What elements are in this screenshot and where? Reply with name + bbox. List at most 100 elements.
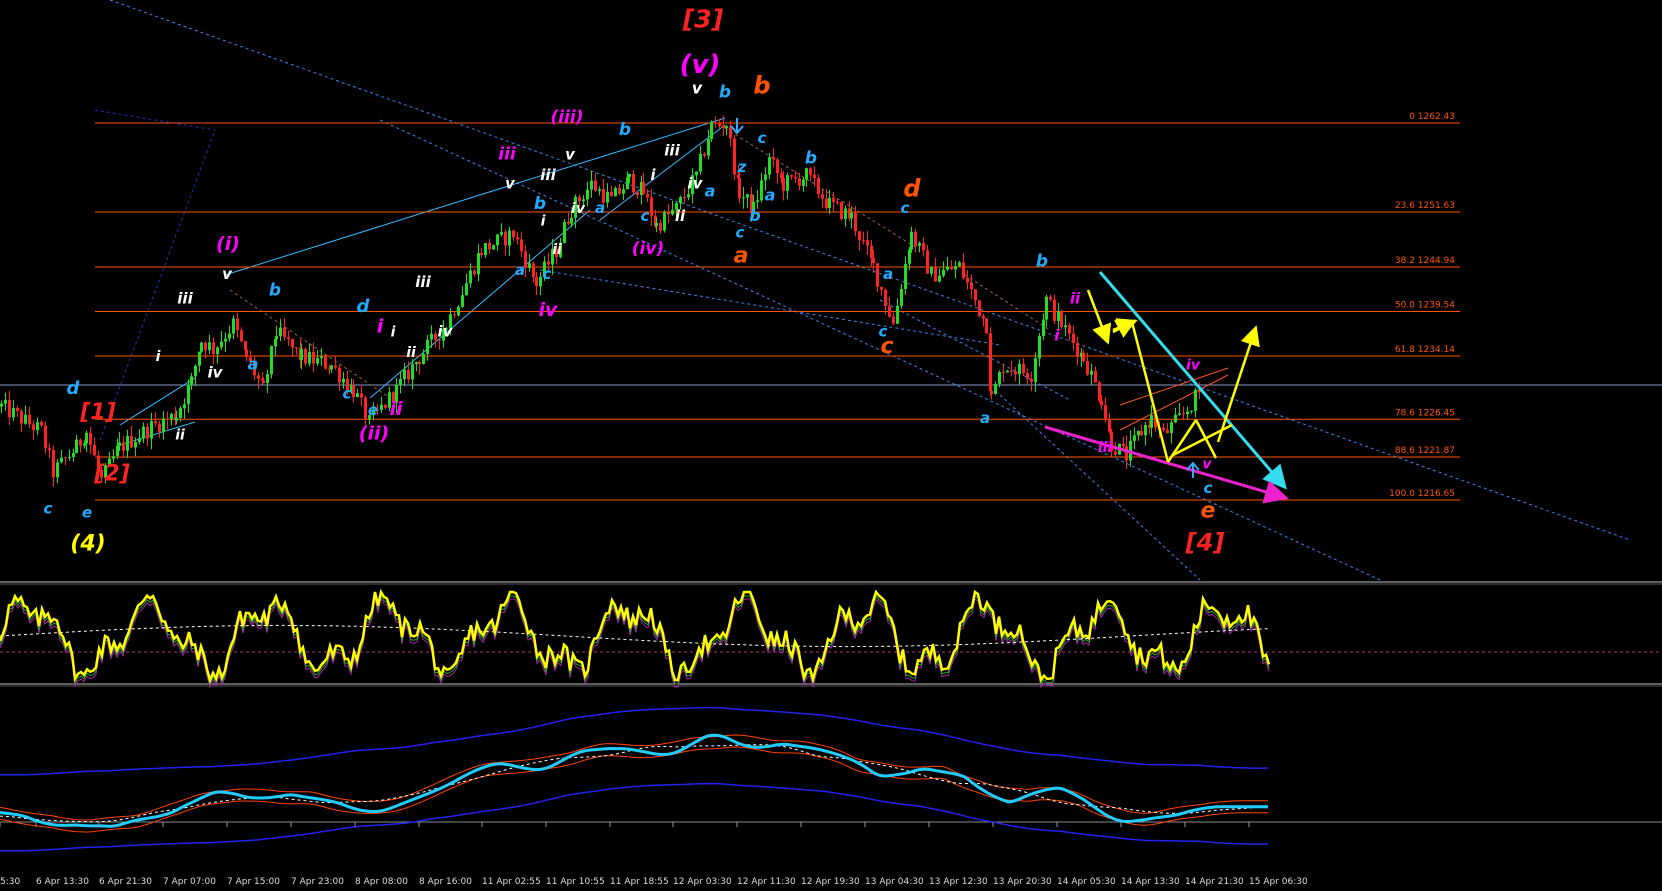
- bear-candle: [32, 424, 35, 431]
- bull-candle: [918, 243, 921, 246]
- bear-candle: [488, 243, 491, 250]
- bear-candle: [262, 380, 265, 384]
- bull-candle: [12, 408, 15, 418]
- bear-candle: [48, 448, 51, 451]
- bear-candle: [16, 408, 19, 412]
- bull-candle: [768, 157, 771, 175]
- bull-candle: [216, 347, 219, 354]
- bear-candle: [772, 157, 775, 160]
- bull-candle: [655, 222, 658, 227]
- bull-candle: [663, 212, 666, 231]
- bull-candle: [194, 365, 197, 377]
- bull-candle: [528, 263, 531, 268]
- bull-candle: [469, 270, 472, 284]
- wave-label: c: [880, 334, 893, 359]
- wave-label: (iii): [550, 107, 583, 127]
- bear-candle: [295, 347, 298, 349]
- bull-candle: [598, 188, 601, 191]
- wave-label: d: [67, 378, 81, 399]
- x-tick-label: 13 Apr 04:30: [865, 877, 924, 887]
- bear-candle: [1122, 443, 1125, 447]
- bull-candle: [300, 348, 303, 360]
- bear-candle: [1108, 419, 1111, 432]
- bull-candle: [415, 362, 418, 365]
- bear-candle: [888, 306, 891, 317]
- bear-candle: [1104, 405, 1107, 420]
- x-tick-label: 14 Apr 21:30: [1185, 877, 1244, 887]
- bear-candle: [1094, 370, 1097, 383]
- bear-candle: [516, 237, 519, 240]
- x-tick-label: 13 Apr 12:30: [929, 877, 988, 887]
- bear-candle: [407, 369, 410, 380]
- wave-label: c: [736, 224, 745, 242]
- bull-candle: [614, 188, 617, 197]
- bear-candle: [950, 266, 953, 270]
- bull-candle: [116, 445, 119, 457]
- bear-candle: [504, 231, 507, 246]
- bull-candle: [679, 197, 682, 204]
- bull-candle: [68, 457, 71, 459]
- wave-label: b: [805, 149, 817, 169]
- bear-candle: [794, 176, 797, 179]
- bull-candle: [118, 442, 121, 446]
- bull-candle: [275, 336, 278, 340]
- bull-candle: [622, 189, 625, 194]
- bear-candle: [876, 263, 879, 287]
- x-tick-label: 11 Apr 10:55: [546, 877, 605, 887]
- bull-candle: [142, 426, 145, 439]
- bull-candle: [170, 413, 173, 420]
- bull-candle: [942, 269, 945, 276]
- x-tick-label: 6 Apr 21:30: [99, 877, 152, 887]
- wave-label: e: [82, 504, 92, 522]
- wave-label: i: [156, 349, 161, 365]
- bear-candle: [384, 404, 387, 408]
- bear-candle: [733, 138, 736, 175]
- fib-level-label: 61.8 1234.14: [1395, 345, 1455, 355]
- wave-label: c: [44, 500, 53, 518]
- bull-candle: [1064, 325, 1067, 328]
- bear-candle: [1060, 311, 1063, 328]
- bull-candle: [710, 122, 713, 140]
- fib-level-label: 78.6 1226.45: [1395, 408, 1455, 418]
- bear-candle: [20, 411, 23, 424]
- bear-candle: [866, 240, 869, 246]
- bear-candle: [324, 356, 327, 369]
- wave-label: iv: [438, 323, 454, 341]
- bull-candle: [586, 189, 589, 200]
- bull-candle: [908, 249, 911, 264]
- bull-candle: [24, 414, 27, 424]
- bull-candle: [126, 435, 129, 451]
- wave-label: a: [980, 409, 990, 427]
- x-tick-label: 12 Apr 03:30: [673, 877, 732, 887]
- bull-candle: [228, 333, 231, 339]
- wave-label: iv: [539, 299, 559, 321]
- wave-label: [4]: [1185, 529, 1225, 557]
- bear-candle: [1182, 413, 1185, 415]
- bear-candle: [1014, 371, 1017, 375]
- bear-candle: [1010, 370, 1013, 372]
- wave-label: v: [222, 265, 233, 283]
- wave-label: i: [377, 315, 384, 337]
- bull-candle: [279, 327, 282, 337]
- bear-candle: [594, 180, 597, 191]
- bear-candle: [122, 442, 125, 451]
- bear-candle: [64, 457, 67, 459]
- bull-candle: [270, 345, 273, 375]
- bear-candle: [718, 123, 721, 126]
- bull-candle: [764, 174, 767, 181]
- bear-candle: [738, 178, 741, 199]
- wave-label: a: [734, 243, 749, 268]
- bull-candle: [183, 404, 186, 409]
- bear-candle: [535, 276, 538, 287]
- x-tick-label: 7 Apr 23:00: [291, 877, 344, 887]
- bear-candle: [240, 330, 243, 342]
- bull-candle: [570, 217, 573, 224]
- bull-candle: [998, 372, 1001, 385]
- bear-candle: [338, 367, 341, 383]
- bear-candle: [512, 230, 515, 238]
- bull-candle: [187, 384, 190, 405]
- x-tick-label: 15 Apr 06:30: [1249, 877, 1308, 887]
- bull-candle: [910, 231, 913, 250]
- bear-candle: [780, 173, 783, 179]
- bear-candle: [809, 168, 812, 175]
